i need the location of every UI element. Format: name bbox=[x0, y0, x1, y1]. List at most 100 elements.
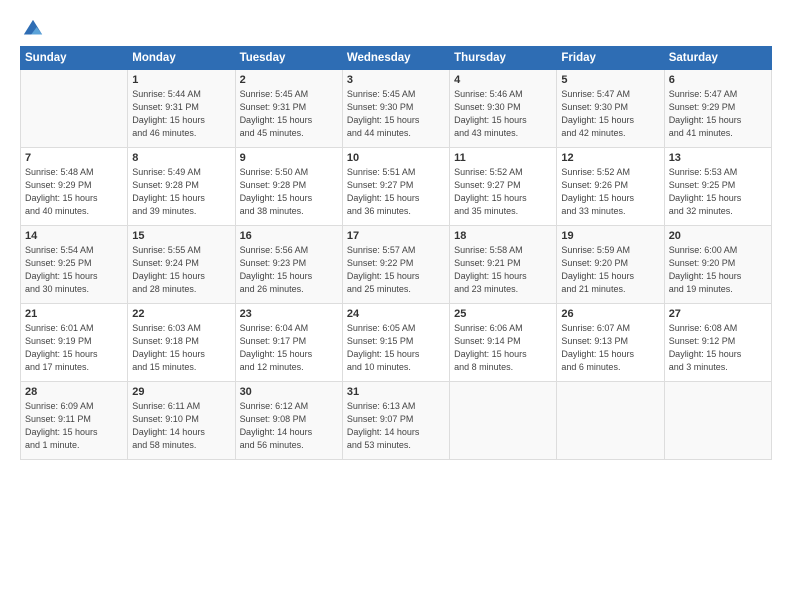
calendar-cell: 17Sunrise: 5:57 AM Sunset: 9:22 PM Dayli… bbox=[342, 226, 449, 304]
calendar-cell: 19 Sunrise: 5:59 AM Sunset: 9:20 PM Dayli… bbox=[557, 226, 664, 304]
calendar-cell: 5Sunrise: 5:47 AM Sunset: 9:30 PM Daylig… bbox=[557, 70, 664, 148]
header-wednesday: Wednesday bbox=[342, 47, 449, 70]
day-number: 21 bbox=[25, 308, 123, 320]
calendar-week-row: 1Sunrise: 5:44 AM Sunset: 9:31 PM Daylig… bbox=[21, 70, 772, 148]
calendar-cell bbox=[450, 382, 557, 460]
day-number: 10 bbox=[347, 152, 445, 164]
day-info: Sunrise: 6:04 AM Sunset: 9:17 PM Dayligh… bbox=[240, 322, 338, 374]
calendar-cell: 15 Sunrise: 5:55 AM Sunset: 9:24 PM Dayli… bbox=[128, 226, 235, 304]
day-number: 19 bbox=[561, 230, 659, 242]
calendar-cell: 9 Sunrise: 5:50 AM Sunset: 9:28 PM Daylig… bbox=[235, 148, 342, 226]
day-number: 9 bbox=[240, 152, 338, 164]
day-number: 24 bbox=[347, 308, 445, 320]
day-info: Sunrise: 5:54 AM Sunset: 9:25 PM Dayligh… bbox=[25, 244, 123, 296]
header-friday: Friday bbox=[557, 47, 664, 70]
calendar-cell: 18Sunrise: 5:58 AM Sunset: 9:21 PM Dayli… bbox=[450, 226, 557, 304]
day-number: 2 bbox=[240, 74, 338, 86]
day-info: Sunrise: 5:59 AM Sunset: 9:20 PM Dayligh… bbox=[561, 244, 659, 296]
calendar-cell: 1Sunrise: 5:44 AM Sunset: 9:31 PM Daylig… bbox=[128, 70, 235, 148]
day-number: 27 bbox=[669, 308, 767, 320]
day-number: 4 bbox=[454, 74, 552, 86]
day-number: 31 bbox=[347, 386, 445, 398]
day-number: 26 bbox=[561, 308, 659, 320]
calendar-cell: 21 Sunrise: 6:01 AM Sunset: 9:19 PM Dayli… bbox=[21, 304, 128, 382]
calendar-cell: 22 Sunrise: 6:03 AM Sunset: 9:18 PM Dayli… bbox=[128, 304, 235, 382]
day-info: Sunrise: 6:00 AM Sunset: 9:20 PM Dayligh… bbox=[669, 244, 767, 296]
day-info: Sunrise: 6:05 AM Sunset: 9:15 PM Dayligh… bbox=[347, 322, 445, 374]
day-number: 15 bbox=[132, 230, 230, 242]
calendar-cell: 26 Sunrise: 6:07 AM Sunset: 9:13 PM Dayli… bbox=[557, 304, 664, 382]
calendar-cell: 24 Sunrise: 6:05 AM Sunset: 9:15 PM Dayli… bbox=[342, 304, 449, 382]
logo-icon bbox=[22, 18, 44, 40]
calendar-week-row: 28Sunrise: 6:09 AM Sunset: 9:11 PM Dayli… bbox=[21, 382, 772, 460]
calendar-cell bbox=[664, 382, 771, 460]
day-info: Sunrise: 5:55 AM Sunset: 9:24 PM Dayligh… bbox=[132, 244, 230, 296]
calendar-cell: 7 Sunrise: 5:48 AM Sunset: 9:29 PM Daylig… bbox=[21, 148, 128, 226]
day-info: Sunrise: 6:06 AM Sunset: 9:14 PM Dayligh… bbox=[454, 322, 552, 374]
calendar-cell: 16 Sunrise: 5:56 AM Sunset: 9:23 PM Dayli… bbox=[235, 226, 342, 304]
day-info: Sunrise: 5:50 AM Sunset: 9:28 PM Dayligh… bbox=[240, 166, 338, 218]
day-info: Sunrise: 6:03 AM Sunset: 9:18 PM Dayligh… bbox=[132, 322, 230, 374]
day-info: Sunrise: 5:47 AM Sunset: 9:29 PM Dayligh… bbox=[669, 88, 767, 140]
logo bbox=[20, 18, 44, 36]
day-info: Sunrise: 6:01 AM Sunset: 9:19 PM Dayligh… bbox=[25, 322, 123, 374]
calendar-header-row: SundayMondayTuesdayWednesdayThursdayFrid… bbox=[21, 47, 772, 70]
header-tuesday: Tuesday bbox=[235, 47, 342, 70]
day-number: 20 bbox=[669, 230, 767, 242]
day-info: Sunrise: 6:11 AM Sunset: 9:10 PM Dayligh… bbox=[132, 400, 230, 452]
calendar-table: SundayMondayTuesdayWednesdayThursdayFrid… bbox=[20, 46, 772, 460]
day-info: Sunrise: 6:12 AM Sunset: 9:08 PM Dayligh… bbox=[240, 400, 338, 452]
header-saturday: Saturday bbox=[664, 47, 771, 70]
calendar-week-row: 7 Sunrise: 5:48 AM Sunset: 9:29 PM Daylig… bbox=[21, 148, 772, 226]
page-header bbox=[20, 18, 772, 36]
day-info: Sunrise: 5:51 AM Sunset: 9:27 PM Dayligh… bbox=[347, 166, 445, 218]
day-number: 18 bbox=[454, 230, 552, 242]
day-number: 16 bbox=[240, 230, 338, 242]
calendar-cell: 27Sunrise: 6:08 AM Sunset: 9:12 PM Dayli… bbox=[664, 304, 771, 382]
calendar-cell: 6 Sunrise: 5:47 AM Sunset: 9:29 PM Daylig… bbox=[664, 70, 771, 148]
day-info: Sunrise: 5:49 AM Sunset: 9:28 PM Dayligh… bbox=[132, 166, 230, 218]
day-number: 29 bbox=[132, 386, 230, 398]
calendar-cell: 8 Sunrise: 5:49 AM Sunset: 9:28 PM Daylig… bbox=[128, 148, 235, 226]
day-number: 28 bbox=[25, 386, 123, 398]
calendar-cell bbox=[557, 382, 664, 460]
calendar-week-row: 21 Sunrise: 6:01 AM Sunset: 9:19 PM Dayli… bbox=[21, 304, 772, 382]
day-info: Sunrise: 5:46 AM Sunset: 9:30 PM Dayligh… bbox=[454, 88, 552, 140]
day-info: Sunrise: 5:53 AM Sunset: 9:25 PM Dayligh… bbox=[669, 166, 767, 218]
day-number: 8 bbox=[132, 152, 230, 164]
day-number: 7 bbox=[25, 152, 123, 164]
calendar-cell: 11 Sunrise: 5:52 AM Sunset: 9:27 PM Dayli… bbox=[450, 148, 557, 226]
day-number: 13 bbox=[669, 152, 767, 164]
calendar-cell: 31Sunrise: 6:13 AM Sunset: 9:07 PM Dayli… bbox=[342, 382, 449, 460]
calendar-cell: 2 Sunrise: 5:45 AM Sunset: 9:31 PM Daylig… bbox=[235, 70, 342, 148]
day-info: Sunrise: 5:44 AM Sunset: 9:31 PM Dayligh… bbox=[132, 88, 230, 140]
header-monday: Monday bbox=[128, 47, 235, 70]
calendar-cell: 25 Sunrise: 6:06 AM Sunset: 9:14 PM Dayli… bbox=[450, 304, 557, 382]
day-info: Sunrise: 5:45 AM Sunset: 9:31 PM Dayligh… bbox=[240, 88, 338, 140]
day-number: 14 bbox=[25, 230, 123, 242]
day-info: Sunrise: 5:45 AM Sunset: 9:30 PM Dayligh… bbox=[347, 88, 445, 140]
calendar-week-row: 14 Sunrise: 5:54 AM Sunset: 9:25 PM Dayli… bbox=[21, 226, 772, 304]
day-info: Sunrise: 5:52 AM Sunset: 9:27 PM Dayligh… bbox=[454, 166, 552, 218]
day-number: 6 bbox=[669, 74, 767, 86]
day-number: 25 bbox=[454, 308, 552, 320]
calendar-cell: 13 Sunrise: 5:53 AM Sunset: 9:25 PM Dayli… bbox=[664, 148, 771, 226]
day-number: 12 bbox=[561, 152, 659, 164]
calendar-cell: 30 Sunrise: 6:12 AM Sunset: 9:08 PM Dayli… bbox=[235, 382, 342, 460]
calendar-cell: 3Sunrise: 5:45 AM Sunset: 9:30 PM Daylig… bbox=[342, 70, 449, 148]
day-info: Sunrise: 5:47 AM Sunset: 9:30 PM Dayligh… bbox=[561, 88, 659, 140]
calendar-cell bbox=[21, 70, 128, 148]
day-info: Sunrise: 5:56 AM Sunset: 9:23 PM Dayligh… bbox=[240, 244, 338, 296]
calendar-cell: 14 Sunrise: 5:54 AM Sunset: 9:25 PM Dayli… bbox=[21, 226, 128, 304]
day-number: 30 bbox=[240, 386, 338, 398]
calendar-cell: 23Sunrise: 6:04 AM Sunset: 9:17 PM Dayli… bbox=[235, 304, 342, 382]
day-info: Sunrise: 6:07 AM Sunset: 9:13 PM Dayligh… bbox=[561, 322, 659, 374]
calendar-cell: 12Sunrise: 5:52 AM Sunset: 9:26 PM Dayli… bbox=[557, 148, 664, 226]
header-thursday: Thursday bbox=[450, 47, 557, 70]
day-number: 22 bbox=[132, 308, 230, 320]
calendar-cell: 10 Sunrise: 5:51 AM Sunset: 9:27 PM Dayli… bbox=[342, 148, 449, 226]
day-info: Sunrise: 5:48 AM Sunset: 9:29 PM Dayligh… bbox=[25, 166, 123, 218]
day-info: Sunrise: 5:57 AM Sunset: 9:22 PM Dayligh… bbox=[347, 244, 445, 296]
day-number: 11 bbox=[454, 152, 552, 164]
calendar-cell: 29 Sunrise: 6:11 AM Sunset: 9:10 PM Dayli… bbox=[128, 382, 235, 460]
